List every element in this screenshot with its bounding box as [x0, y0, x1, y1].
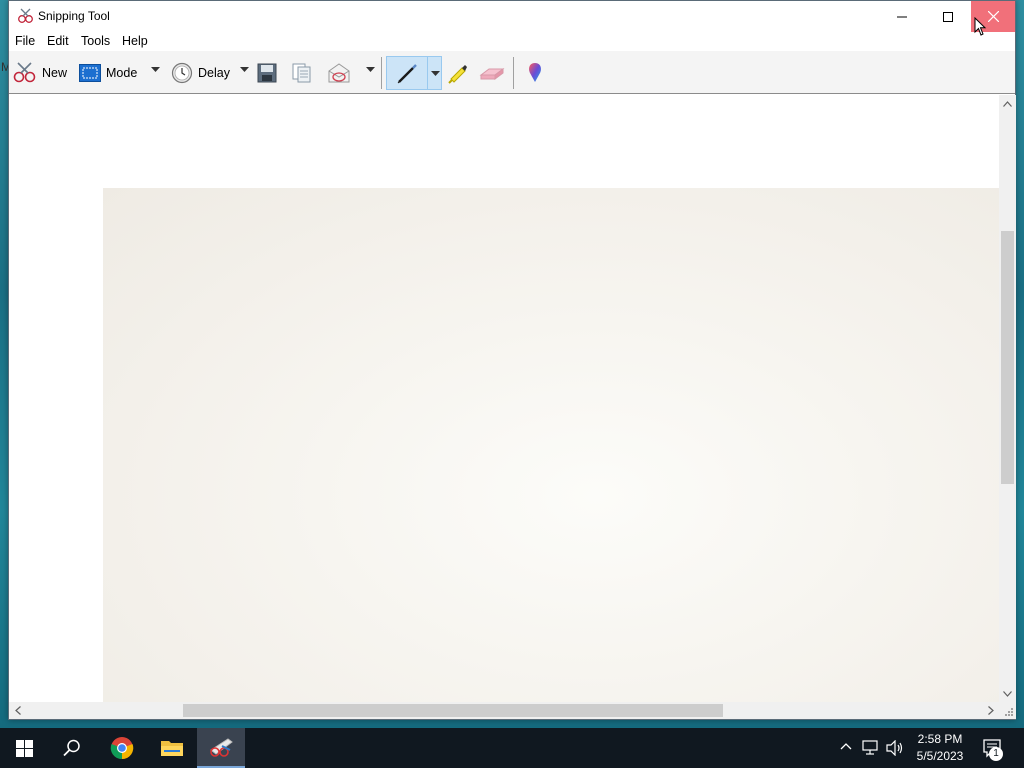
- delay-button[interactable]: Delay: [171, 57, 230, 89]
- scroll-right-button[interactable]: [982, 702, 999, 719]
- eraser-button[interactable]: [479, 57, 505, 89]
- new-button[interactable]: New: [13, 57, 67, 89]
- snipping-tool-app-icon: [18, 8, 33, 23]
- scroll-down-button[interactable]: [999, 685, 1016, 702]
- taskbar-file-explorer[interactable]: [148, 728, 196, 768]
- close-icon: [987, 11, 999, 22]
- send-snip-button[interactable]: [327, 57, 353, 89]
- new-label: New: [42, 66, 68, 80]
- toolbar: New Mode Delay: [9, 51, 1015, 94]
- window-title: Snipping Tool: [38, 9, 110, 23]
- copy-button[interactable]: [291, 57, 313, 89]
- snip-canvas-area[interactable]: [9, 95, 999, 702]
- search-icon: [63, 739, 80, 757]
- snipping-tool-window: Snipping Tool File Edit Tools Help New M…: [8, 0, 1016, 720]
- send-icon: [328, 63, 350, 83]
- delay-label: Delay: [198, 66, 230, 80]
- vertical-scrollbar[interactable]: [999, 95, 1016, 702]
- eraser-icon: [479, 68, 505, 80]
- chrome-icon: [110, 737, 134, 760]
- toolbar-separator: [513, 57, 514, 89]
- horizontal-scroll-thumb[interactable]: [183, 704, 723, 717]
- paint3d-icon: [529, 63, 541, 82]
- chevron-right-icon: [987, 706, 994, 715]
- search-button[interactable]: [48, 728, 96, 768]
- title-bar[interactable]: Snipping Tool: [9, 1, 1015, 32]
- delay-dropdown-icon[interactable]: [240, 67, 249, 73]
- minimize-button[interactable]: [879, 1, 925, 32]
- copy-icon: [292, 63, 311, 83]
- clock-icon: [171, 62, 193, 84]
- save-icon: [257, 63, 277, 83]
- mode-icon: [79, 64, 101, 82]
- toolbar-separator: [381, 57, 382, 89]
- folder-icon: [161, 741, 183, 756]
- scroll-left-button[interactable]: [9, 702, 26, 719]
- pen-icon: [397, 64, 417, 84]
- menu-file[interactable]: File: [15, 34, 35, 48]
- pen-tool-button[interactable]: [386, 56, 442, 90]
- captured-snip-image: [103, 188, 999, 702]
- clock-time: 2:58 PM: [917, 732, 963, 746]
- highlighter-icon: [448, 65, 467, 84]
- vertical-scroll-thumb[interactable]: [1001, 231, 1014, 484]
- mode-button[interactable]: Mode: [79, 57, 137, 89]
- snipping-tool-icon: [210, 738, 233, 757]
- start-button[interactable]: [0, 728, 48, 768]
- scissors-icon: [13, 62, 36, 83]
- system-clock[interactable]: 2:58 PM 5/5/2023: [905, 731, 975, 765]
- horizontal-scrollbar[interactable]: [9, 702, 999, 719]
- notification-count-badge: 1: [989, 747, 1003, 761]
- menu-bar: File Edit Tools Help: [9, 32, 1015, 51]
- highlighter-button[interactable]: [446, 57, 468, 89]
- taskbar: 2:58 PM 5/5/2023 1: [0, 728, 1024, 768]
- chevron-up-icon: [1003, 100, 1012, 107]
- resize-grip-icon: [1005, 708, 1013, 716]
- chevron-left-icon: [14, 706, 21, 715]
- menu-tools[interactable]: Tools: [81, 34, 110, 48]
- edit-with-paint3d-button[interactable]: [524, 57, 546, 89]
- action-center-button[interactable]: 1: [982, 738, 1006, 763]
- windows-logo-icon: [15, 739, 33, 757]
- maximize-button[interactable]: [925, 1, 971, 32]
- mouse-cursor-icon: [974, 17, 987, 36]
- taskbar-chrome[interactable]: [98, 728, 146, 768]
- network-icon[interactable]: [862, 740, 880, 756]
- pen-dropdown-icon[interactable]: [431, 71, 440, 77]
- volume-icon[interactable]: [886, 740, 904, 756]
- show-hidden-icons-chevron-icon[interactable]: [840, 742, 852, 750]
- chevron-down-icon: [1003, 690, 1012, 697]
- save-button[interactable]: [257, 57, 277, 89]
- clock-date: 5/5/2023: [916, 749, 964, 763]
- scroll-up-button[interactable]: [999, 95, 1016, 112]
- mode-label: Mode: [106, 66, 138, 80]
- maximize-icon: [943, 11, 953, 22]
- mode-dropdown-icon[interactable]: [151, 67, 160, 73]
- resize-grip[interactable]: [999, 702, 1016, 719]
- menu-edit[interactable]: Edit: [47, 34, 69, 48]
- minimize-icon: [897, 16, 907, 17]
- send-dropdown-icon[interactable]: [366, 67, 375, 73]
- menu-help[interactable]: Help: [122, 34, 148, 48]
- pen-group-divider: [427, 57, 428, 89]
- taskbar-snipping-tool[interactable]: [197, 728, 245, 768]
